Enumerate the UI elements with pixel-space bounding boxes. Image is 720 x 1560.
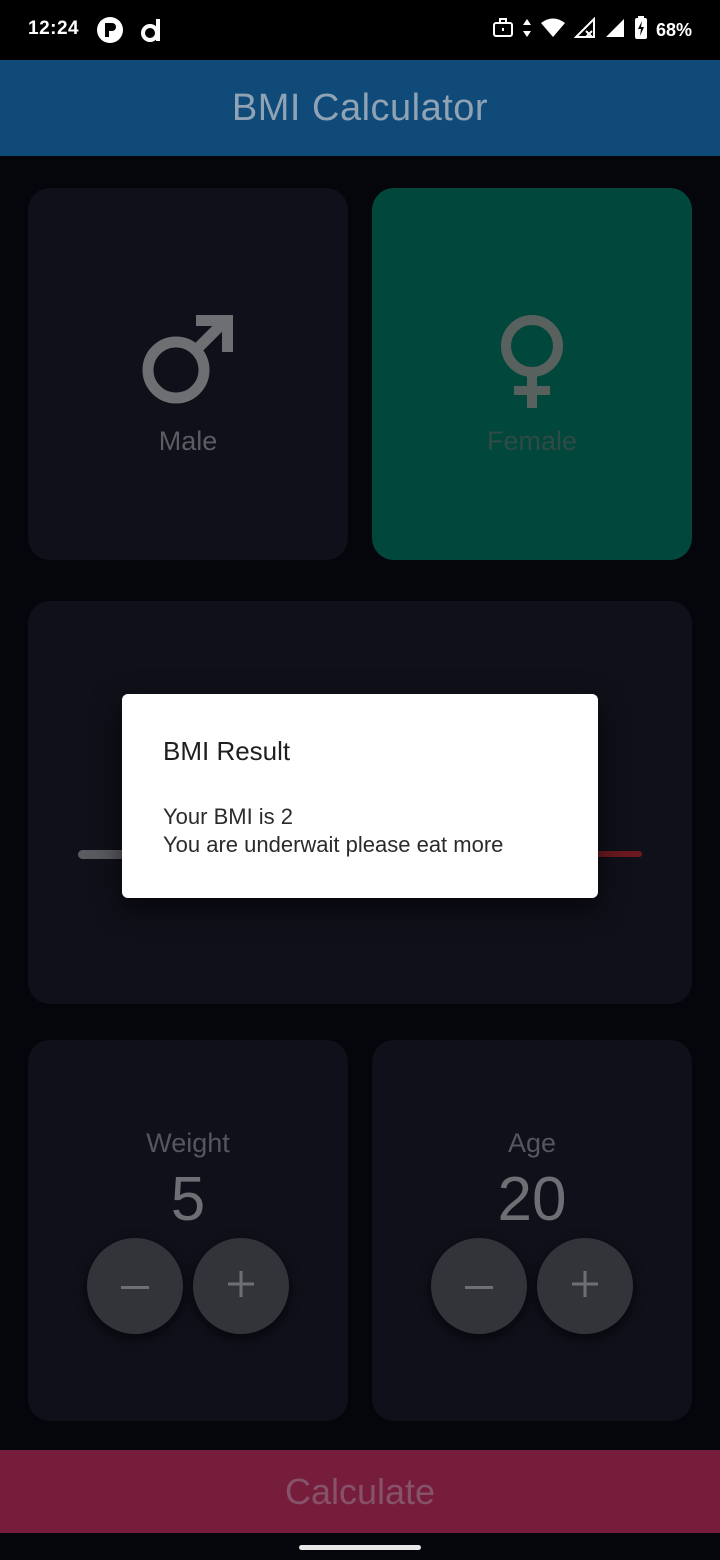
weight-decrement-button[interactable] bbox=[87, 1238, 183, 1334]
age-decrement-button[interactable] bbox=[431, 1238, 527, 1334]
male-icon bbox=[138, 310, 238, 410]
calculate-button[interactable]: Calculate bbox=[0, 1450, 720, 1533]
status-bar: 12:24 68% bbox=[0, 0, 720, 60]
dialog-body: Your BMI is 2 You are underwait please e… bbox=[163, 803, 503, 859]
app-d-icon bbox=[140, 16, 164, 49]
male-label: Male bbox=[158, 426, 218, 456]
female-card[interactable]: Female bbox=[372, 188, 692, 560]
female-icon bbox=[482, 310, 582, 410]
page-title: BMI Calculator bbox=[231, 86, 489, 129]
dialog-title: BMI Result bbox=[163, 736, 291, 766]
minus-icon bbox=[465, 1277, 493, 1295]
dialog-bmi-line: Your BMI is 2 bbox=[163, 804, 294, 829]
notification-icons bbox=[96, 16, 164, 49]
female-label: Female bbox=[486, 426, 578, 456]
height-slider-track[interactable] bbox=[78, 850, 128, 859]
plus-icon bbox=[572, 1270, 598, 1302]
plus-icon bbox=[228, 1270, 254, 1302]
weight-increment-button[interactable] bbox=[193, 1238, 289, 1334]
height-slider-active-track[interactable] bbox=[596, 851, 642, 857]
age-label: Age bbox=[507, 1128, 557, 1158]
dialog-advice-line: You are underwait please eat more bbox=[163, 832, 504, 857]
weight-value: 5 bbox=[170, 1165, 206, 1234]
age-increment-button[interactable] bbox=[537, 1238, 633, 1334]
minus-icon bbox=[121, 1277, 149, 1295]
app-bar: BMI Calculator bbox=[0, 60, 720, 156]
briefcase-icon bbox=[492, 17, 514, 44]
home-gesture-handle[interactable] bbox=[299, 1545, 421, 1550]
male-card[interactable]: Male bbox=[28, 188, 348, 560]
battery-percent: 68% bbox=[655, 20, 692, 40]
signal-icon bbox=[573, 16, 596, 44]
signal-icon bbox=[604, 17, 626, 44]
bmi-result-dialog: BMI Result Your BMI is 2 You are underwa… bbox=[122, 694, 598, 898]
calculate-label: Calculate bbox=[284, 1470, 436, 1512]
status-time: 12:24 bbox=[28, 18, 80, 39]
weight-card: Weight 5 bbox=[28, 1040, 348, 1421]
data-arrows-icon bbox=[522, 17, 532, 44]
age-value: 20 bbox=[497, 1165, 567, 1234]
wifi-icon bbox=[540, 17, 566, 44]
battery-charging-icon bbox=[634, 16, 648, 45]
system-icons: 68% bbox=[492, 16, 692, 45]
app-r-icon bbox=[96, 16, 124, 49]
weight-label: Weight bbox=[146, 1128, 230, 1158]
age-card: Age 20 bbox=[372, 1040, 692, 1421]
